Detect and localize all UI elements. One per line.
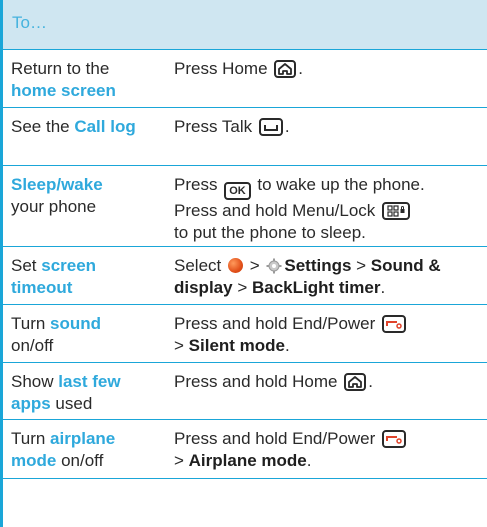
header-label: To… [12, 13, 47, 32]
separator: > [351, 256, 371, 275]
task-cell: Return to the home screen [11, 58, 161, 102]
task-highlight: home screen [11, 81, 116, 100]
silent-mode-label: Silent mode [188, 336, 286, 355]
action-cell: Press and hold End/Power > Airplane mode… [174, 428, 484, 472]
menu-lock-key-icon [382, 202, 411, 220]
home-key-icon [274, 60, 297, 78]
action-text: Press and hold Menu/Lock [174, 201, 381, 220]
task-text: your phone [11, 197, 97, 216]
task-highlight: sound [50, 314, 102, 333]
action-text: to wake up the phone. [252, 175, 425, 194]
home-key-icon [344, 373, 367, 391]
table-row: Turn sound on/off Press and hold End/Pow… [3, 305, 487, 363]
table-row: Turn airplane mode on/off Press and hold… [3, 420, 487, 479]
action-text: . [306, 451, 312, 470]
action-text: . [285, 336, 290, 355]
action-text: to put the phone to sleep. [174, 223, 366, 242]
table-row: Set screen timeout Select > Settings > S… [3, 247, 487, 305]
action-text: > [174, 451, 189, 470]
action-text: Press and hold End/Power [174, 429, 381, 448]
action-text: Select [174, 256, 226, 275]
task-text: on/off [56, 451, 104, 470]
task-cell: Show last few apps used [11, 371, 161, 415]
action-text: Press [174, 175, 223, 194]
ok-key-icon: OK [224, 182, 251, 200]
task-text: used [50, 394, 93, 413]
action-text: . [380, 278, 386, 297]
backlight-timer-label: BackLight timer [251, 278, 381, 297]
action-cell: Press and hold End/Power > Silent mode. [174, 313, 484, 357]
talk-key-icon [258, 118, 283, 136]
action-text: Press Talk [174, 117, 257, 136]
action-cell: Press Home . [174, 58, 484, 80]
action-text: Press and hold Home [174, 372, 343, 391]
task-text: Turn [11, 429, 51, 448]
end-power-key-icon [382, 315, 407, 333]
task-cell: Set screen timeout [11, 255, 161, 299]
task-highlight: Call log [74, 117, 136, 136]
task-cell: Sleep/wake your phone [11, 174, 161, 218]
task-highlight: Sleep/wake [11, 175, 103, 194]
launcher-icon [227, 258, 243, 273]
shortcut-table: To… Return to the home screen Press Home… [0, 0, 487, 527]
table-row: Return to the home screen Press Home . [3, 50, 487, 108]
action-cell: Select > Settings > Sound & display > Ba… [174, 255, 484, 299]
separator: > [232, 278, 252, 297]
airplane-mode-label: Airplane mode [188, 451, 307, 470]
task-cell: Turn sound on/off [11, 313, 161, 357]
separator: > [244, 256, 265, 275]
action-cell: Press Talk . [174, 116, 484, 138]
settings-gear-icon [266, 258, 282, 274]
action-text: Press and hold End/Power [174, 314, 381, 333]
task-text: on/off [11, 336, 54, 355]
table-row: Show last few apps used Press and hold H… [3, 363, 487, 420]
task-cell: See the Call log [11, 116, 161, 138]
task-text: Return to the [11, 59, 110, 78]
action-text: . [284, 117, 290, 136]
table-header: To… [3, 0, 487, 50]
task-text: Show [11, 372, 59, 391]
action-text: . [368, 372, 373, 391]
table-row: See the Call log Press Talk . [3, 108, 487, 166]
task-text: Turn [11, 314, 51, 333]
table-row: Sleep/wake your phone Press OK to wake u… [3, 166, 487, 247]
action-text: . [298, 59, 303, 78]
task-cell: Turn airplane mode on/off [11, 428, 161, 472]
settings-label: Settings [284, 256, 352, 275]
action-cell: Press OK to wake up the phone. Press and… [174, 174, 484, 244]
action-text: > [174, 336, 189, 355]
action-cell: Press and hold Home . [174, 371, 484, 393]
end-power-key-icon [382, 430, 407, 448]
task-text: See the [11, 117, 75, 136]
action-text: Press Home [174, 59, 273, 78]
task-text: Set [11, 256, 42, 275]
